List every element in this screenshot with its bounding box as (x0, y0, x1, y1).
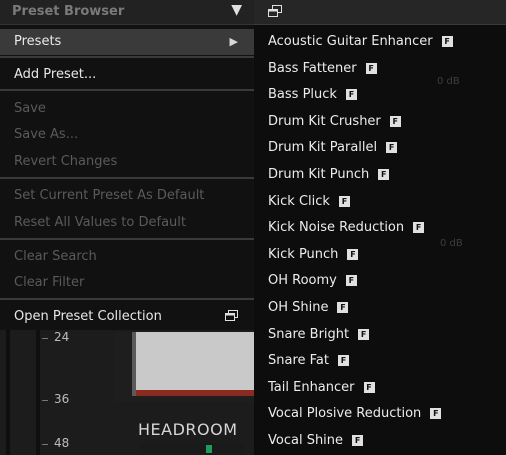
preset-label: Vocal Shine (268, 433, 344, 448)
preset-label: Kick Click (268, 193, 330, 209)
factory-badge-icon: F (386, 142, 398, 154)
menu-item-set-default[interactable]: Set Current Preset As Default (0, 183, 254, 209)
preset-label: Bass Pluck (268, 87, 337, 103)
preset-item[interactable]: Bass Fattener F (268, 57, 377, 81)
factory-badge-icon: F (337, 302, 349, 313)
background-knob-value: 0 dB (440, 238, 463, 249)
headroom-meter-indicator (206, 445, 212, 453)
preset-label: Drum Kit Crusher (268, 113, 381, 129)
headroom-display (132, 332, 258, 396)
preset-label: OH Shine (268, 300, 329, 315)
factory-badge-icon: F (352, 435, 364, 446)
background-knob-value: 0 dB (437, 76, 460, 87)
preset-label: Kick Noise Reduction (268, 220, 405, 236)
menu-separator (0, 89, 254, 91)
menu-item-reset-default[interactable]: Reset All Values to Default (0, 210, 254, 236)
preset-item[interactable]: Vocal Shine F (268, 429, 364, 453)
headroom-meter (140, 443, 244, 455)
preset-label: OH Roomy (268, 273, 337, 289)
scale-tick (42, 444, 48, 445)
meter-column (6, 330, 10, 455)
scale-label-24: 24 (54, 330, 70, 344)
preset-label: Bass Fattener (268, 60, 357, 76)
menu-item-clear-search[interactable]: Clear Search (0, 244, 254, 270)
preset-item[interactable]: Kick Noise Reduction F (268, 216, 425, 240)
factory-badge-icon: F (413, 222, 425, 234)
scale-label-36: 36 (54, 392, 70, 406)
preset-item[interactable]: Drum Kit Punch F (268, 163, 390, 187)
menu-item-add-preset[interactable]: Add Preset... (0, 62, 254, 88)
preset-item[interactable]: Kick Click F (268, 190, 350, 214)
factory-badge-icon: F (338, 355, 349, 367)
scale-tick (42, 338, 48, 339)
meter-column (36, 330, 40, 455)
menu-separator (0, 238, 254, 240)
factory-badge-icon: F (345, 89, 357, 101)
window-stack-icon[interactable] (268, 5, 282, 18)
preset-label: Kick Punch (268, 246, 339, 262)
scale-tick (42, 400, 48, 401)
menu-item-clear-filter[interactable]: Clear Filter (0, 270, 254, 296)
preset-label: Drum Kit Parallel (268, 140, 378, 156)
preset-browser-title: Preset Browser (12, 4, 125, 19)
preset-label: Snare Fat (268, 353, 329, 369)
factory-badge-icon: F (441, 36, 453, 47)
factory-badge-icon: F (430, 408, 442, 420)
menu-separator (0, 298, 254, 300)
preset-item[interactable]: Drum Kit Parallel F (268, 136, 398, 160)
factory-badge-icon: F (345, 275, 357, 287)
submenu-header (254, 0, 506, 25)
menu-item-label: Open Preset Collection (14, 309, 162, 324)
preset-item[interactable]: OH Shine F (268, 296, 349, 320)
menu-item-open-preset-collection[interactable]: Open Preset Collection (0, 304, 254, 330)
preset-item[interactable]: Bass Pluck F (268, 83, 357, 107)
preset-item[interactable]: Snare Fat F (268, 349, 349, 373)
menu-separator (0, 56, 254, 58)
preset-item[interactable]: Vocal Plosive Reduction F (268, 402, 442, 426)
menu-item-presets[interactable]: Presets ▶ (0, 29, 254, 55)
menu-item-revert-changes[interactable]: Revert Changes (0, 149, 254, 175)
factory-badge-icon: F (365, 62, 377, 74)
preset-item[interactable]: OH Roomy F (268, 269, 357, 293)
factory-badge-icon: F (338, 195, 350, 207)
preset-item[interactable]: Tail Enhancer F (268, 376, 375, 400)
factory-badge-icon: F (347, 248, 359, 260)
factory-badge-icon: F (363, 381, 375, 393)
factory-badge-icon: F (389, 115, 401, 127)
preset-label: Drum Kit Punch (268, 167, 370, 182)
preset-item[interactable]: Drum Kit Crusher F (268, 110, 401, 134)
menu-separator (0, 177, 254, 179)
preset-label: Vocal Plosive Reduction (268, 406, 422, 422)
scale-label-48: 48 (54, 436, 70, 450)
dropdown-arrow-icon[interactable]: ▼ (231, 2, 242, 18)
preset-label: Tail Enhancer (268, 379, 355, 395)
menu-item-label: Presets (14, 34, 62, 49)
preset-item[interactable]: Acoustic Guitar Enhancer F (268, 30, 453, 54)
preset-label: Snare Bright (268, 326, 350, 342)
factory-badge-icon: F (378, 169, 390, 180)
preset-label: Acoustic Guitar Enhancer (268, 34, 433, 49)
preset-item[interactable]: Kick Punch F (268, 243, 359, 267)
headroom-label: HEADROOM (138, 420, 238, 439)
submenu-arrow-icon: ▶ (229, 35, 238, 48)
preset-item[interactable]: Snare Bright F (268, 323, 370, 347)
menu-item-save-as[interactable]: Save As... (0, 122, 254, 148)
factory-badge-icon: F (358, 328, 370, 340)
menu-item-save[interactable]: Save (0, 96, 254, 122)
preset-browser-header[interactable]: Preset Browser ▼ (0, 0, 254, 25)
window-stack-icon (225, 310, 238, 321)
